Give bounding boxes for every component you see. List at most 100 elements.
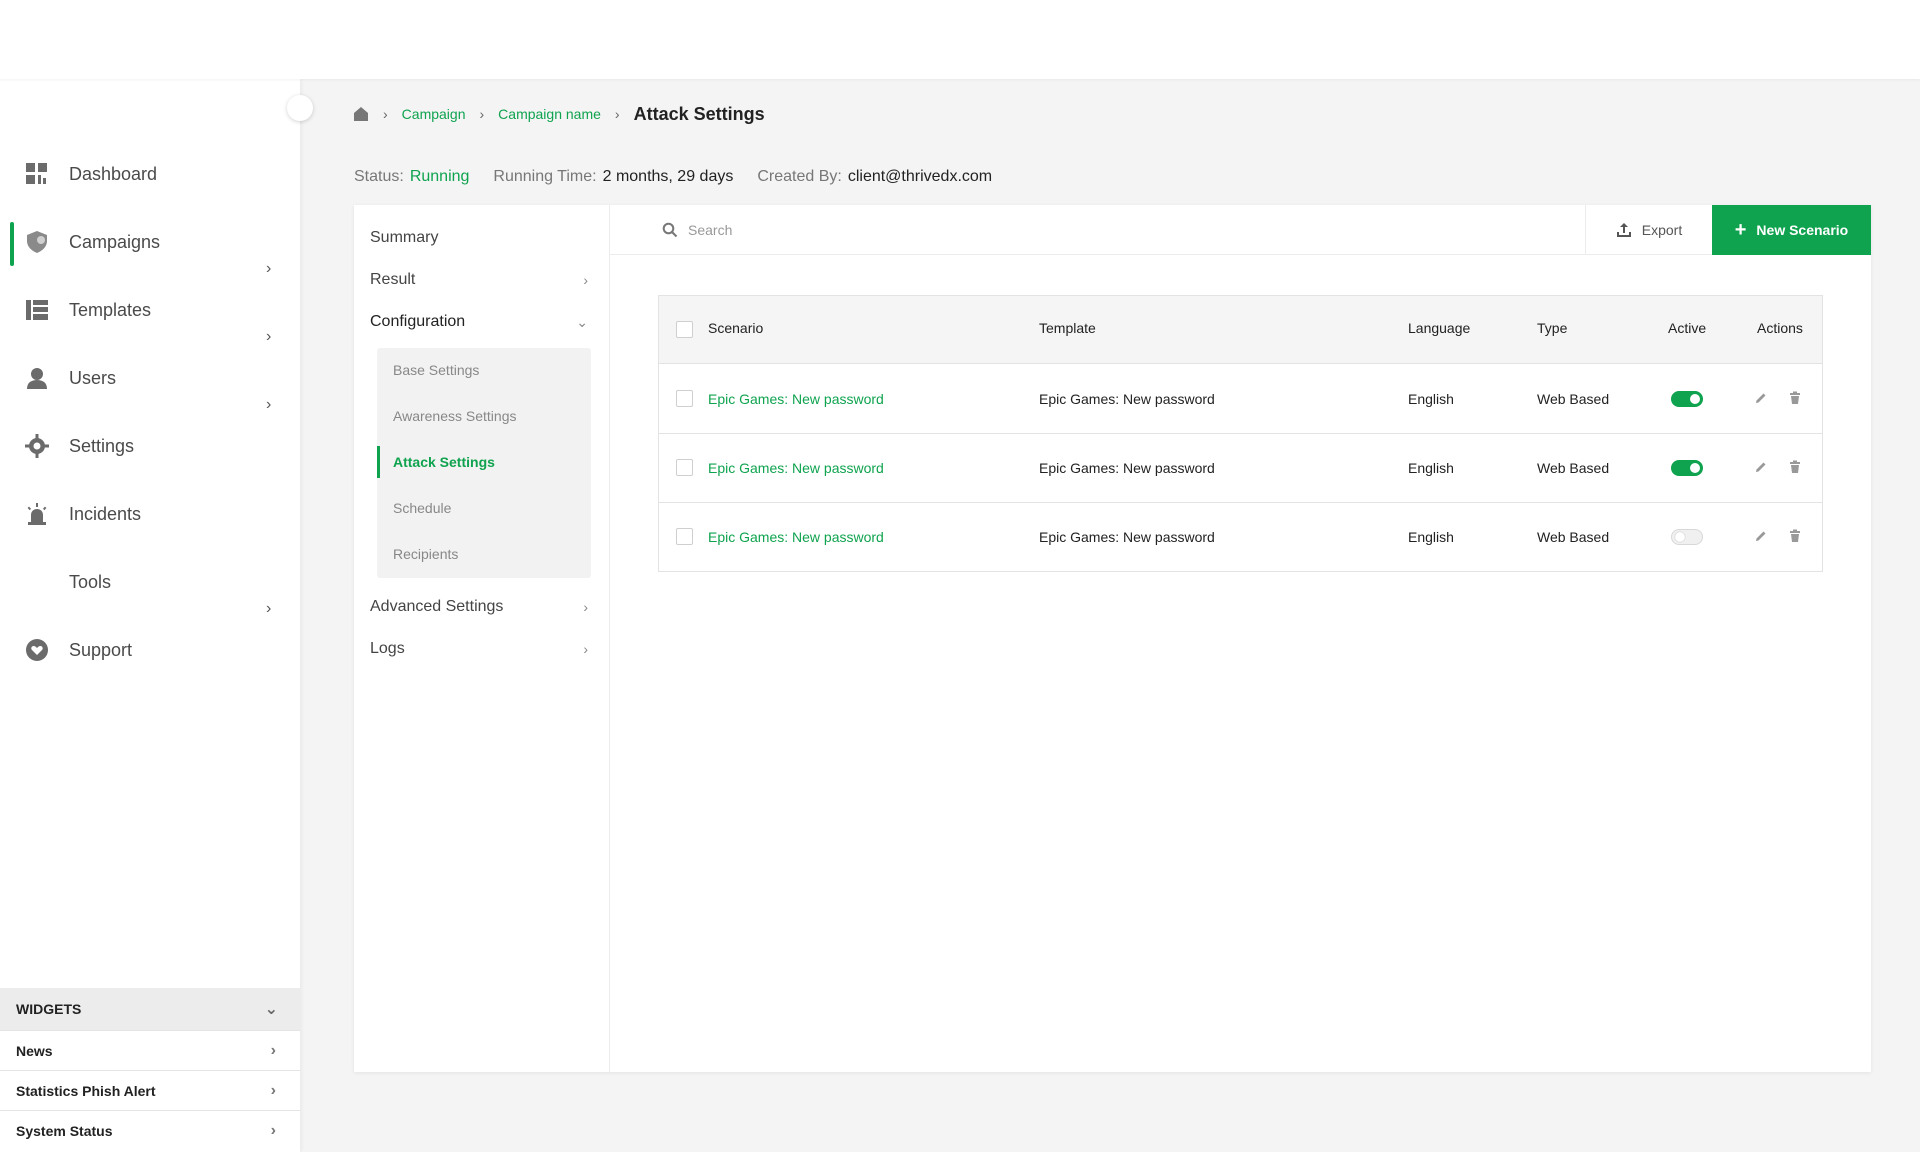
- active-toggle[interactable]: [1671, 460, 1703, 476]
- status-label: Status:: [354, 168, 404, 185]
- scenario-link[interactable]: Epic Games: New password: [708, 391, 884, 407]
- subnav-label: Awareness Settings: [393, 408, 517, 424]
- widget-row-statistics-phish-alert[interactable]: Statistics Phish Alert ›: [0, 1070, 300, 1110]
- breadcrumb-separator: ›: [479, 106, 485, 122]
- widgets-title: WIDGETS: [16, 1001, 82, 1017]
- language-cell: English: [1408, 460, 1454, 476]
- scenario-link[interactable]: Epic Games: New password: [708, 460, 884, 476]
- type-cell: Web Based: [1537, 391, 1610, 407]
- table-header: Scenario Template Language Type Active A…: [659, 296, 1822, 364]
- sidebar-item-settings[interactable]: Settings: [0, 414, 300, 478]
- widget-row-news[interactable]: News ›: [0, 1030, 300, 1070]
- chevron-right-icon[interactable]: ›: [266, 600, 271, 618]
- template-cell: Epic Games: New password: [1039, 460, 1215, 476]
- sidebar-item-label: Templates: [69, 299, 152, 320]
- widget-label: News: [16, 1042, 53, 1059]
- row-checkbox[interactable]: [676, 528, 693, 545]
- template-cell: Epic Games: New password: [1039, 391, 1215, 407]
- subnav-item-attack-settings[interactable]: Attack Settings: [377, 442, 591, 482]
- active-toggle[interactable]: [1671, 391, 1703, 407]
- chevron-right-icon: ›: [583, 272, 588, 288]
- home-icon[interactable]: [353, 106, 369, 122]
- subnav-label: Summary: [370, 229, 439, 246]
- sidebar-item-incidents[interactable]: Incidents: [0, 482, 300, 546]
- subnav-label: Logs: [370, 640, 405, 657]
- active-toggle[interactable]: [1671, 529, 1703, 545]
- user-icon: [27, 368, 47, 389]
- dashboard-icon: [26, 163, 47, 184]
- export-button[interactable]: Export: [1586, 205, 1712, 255]
- sidebar-collapse-toggle[interactable]: [287, 95, 313, 121]
- widget-label: Statistics Phish Alert: [16, 1082, 156, 1099]
- subnav-item-schedule[interactable]: Schedule: [377, 488, 591, 528]
- search-input[interactable]: [688, 217, 988, 243]
- main-content: › Campaign › Campaign name › Attack Sett…: [300, 79, 1920, 1152]
- subnav-item-summary[interactable]: Summary: [370, 217, 600, 259]
- scenario-table: Scenario Template Language Type Active A…: [658, 295, 1823, 572]
- subnav-label: Attack Settings: [393, 454, 495, 470]
- widget-row-system-status[interactable]: System Status ›: [0, 1110, 300, 1150]
- page-title: Attack Settings: [633, 103, 765, 124]
- select-all-checkbox[interactable]: [676, 321, 693, 338]
- table-toolbar: Export + New Scenario: [610, 205, 1871, 255]
- chevron-right-icon: ›: [270, 1121, 276, 1139]
- breadcrumb-separator: ›: [383, 106, 388, 122]
- sidebar: Dashboard Campaigns › Templates › Users …: [0, 79, 300, 1152]
- edit-icon[interactable]: [1754, 529, 1768, 543]
- campaign-panel: Summary Result › Configuration ⌄ Base Se…: [354, 205, 1871, 1072]
- widgets-panel: WIDGETS ⌄ News › Statistics Phish Alert …: [0, 988, 300, 1150]
- status-value: Running: [409, 168, 470, 185]
- edit-icon[interactable]: [1754, 391, 1768, 405]
- breadcrumb-link-campaign-name[interactable]: Campaign name: [498, 106, 601, 122]
- type-cell: Web Based: [1537, 529, 1610, 545]
- chevron-right-icon: ›: [270, 1081, 276, 1099]
- edit-icon[interactable]: [1754, 460, 1768, 474]
- subnav-item-base-settings[interactable]: Base Settings: [377, 350, 591, 390]
- sidebar-item-users[interactable]: Users ›: [0, 346, 300, 413]
- chevron-down-icon[interactable]: ⌄: [265, 999, 278, 1019]
- language-cell: English: [1408, 391, 1454, 407]
- search-icon: [662, 222, 678, 238]
- new-scenario-label: New Scenario: [1756, 222, 1849, 238]
- table-row: Epic Games: New password Epic Games: New…: [659, 365, 1822, 434]
- sidebar-item-campaigns[interactable]: Campaigns ›: [0, 210, 300, 277]
- breadcrumb-link-campaign[interactable]: Campaign: [402, 106, 466, 122]
- subnav-item-configuration[interactable]: Configuration ⌄: [370, 301, 600, 343]
- trash-icon[interactable]: [1788, 391, 1802, 405]
- sidebar-item-tools[interactable]: Tools ›: [0, 550, 300, 618]
- subnav-item-awareness-settings[interactable]: Awareness Settings: [377, 396, 591, 436]
- widgets-header[interactable]: WIDGETS ⌄: [0, 988, 300, 1030]
- table-row: Epic Games: New password Epic Games: New…: [659, 503, 1822, 572]
- top-header: [0, 0, 1920, 79]
- chevron-right-icon[interactable]: ›: [266, 396, 271, 414]
- sidebar-item-dashboard[interactable]: Dashboard: [0, 142, 300, 206]
- column-header-active: Active: [1668, 320, 1707, 336]
- subnav-item-result[interactable]: Result ›: [370, 259, 600, 301]
- row-checkbox[interactable]: [676, 459, 693, 476]
- trash-icon[interactable]: [1788, 460, 1802, 474]
- sidebar-item-support[interactable]: Support: [0, 618, 300, 682]
- subnav-item-advanced-settings[interactable]: Advanced Settings ›: [370, 586, 600, 628]
- subnav-label: Schedule: [393, 500, 452, 516]
- scenario-link[interactable]: Epic Games: New password: [708, 529, 884, 545]
- trash-icon[interactable]: [1788, 529, 1802, 543]
- chevron-right-icon: ›: [270, 1041, 276, 1059]
- chevron-right-icon[interactable]: ›: [266, 328, 271, 346]
- chevron-right-icon[interactable]: ›: [266, 260, 271, 278]
- sidebar-item-label: Dashboard: [69, 163, 158, 184]
- search-box: [610, 205, 1586, 255]
- running-time-field: Running Time: 2 months, 29 days: [493, 168, 733, 186]
- subnav-label: Recipients: [393, 546, 459, 562]
- type-cell: Web Based: [1537, 460, 1610, 476]
- sidebar-item-label: Incidents: [69, 503, 142, 524]
- sidebar-item-label: Campaigns: [69, 231, 161, 252]
- created-by-field: Created By: client@thrivedx.com: [757, 168, 992, 186]
- template-cell: Epic Games: New password: [1039, 529, 1215, 545]
- subnav-item-logs[interactable]: Logs ›: [370, 628, 600, 670]
- sidebar-item-label: Tools: [69, 571, 112, 592]
- sidebar-item-templates[interactable]: Templates ›: [0, 278, 300, 345]
- row-checkbox[interactable]: [676, 390, 693, 407]
- campaign-status-line: Status: Running Running Time: 2 months, 29…: [354, 168, 992, 186]
- new-scenario-button[interactable]: + New Scenario: [1712, 205, 1871, 255]
- subnav-item-recipients[interactable]: Recipients: [377, 534, 591, 574]
